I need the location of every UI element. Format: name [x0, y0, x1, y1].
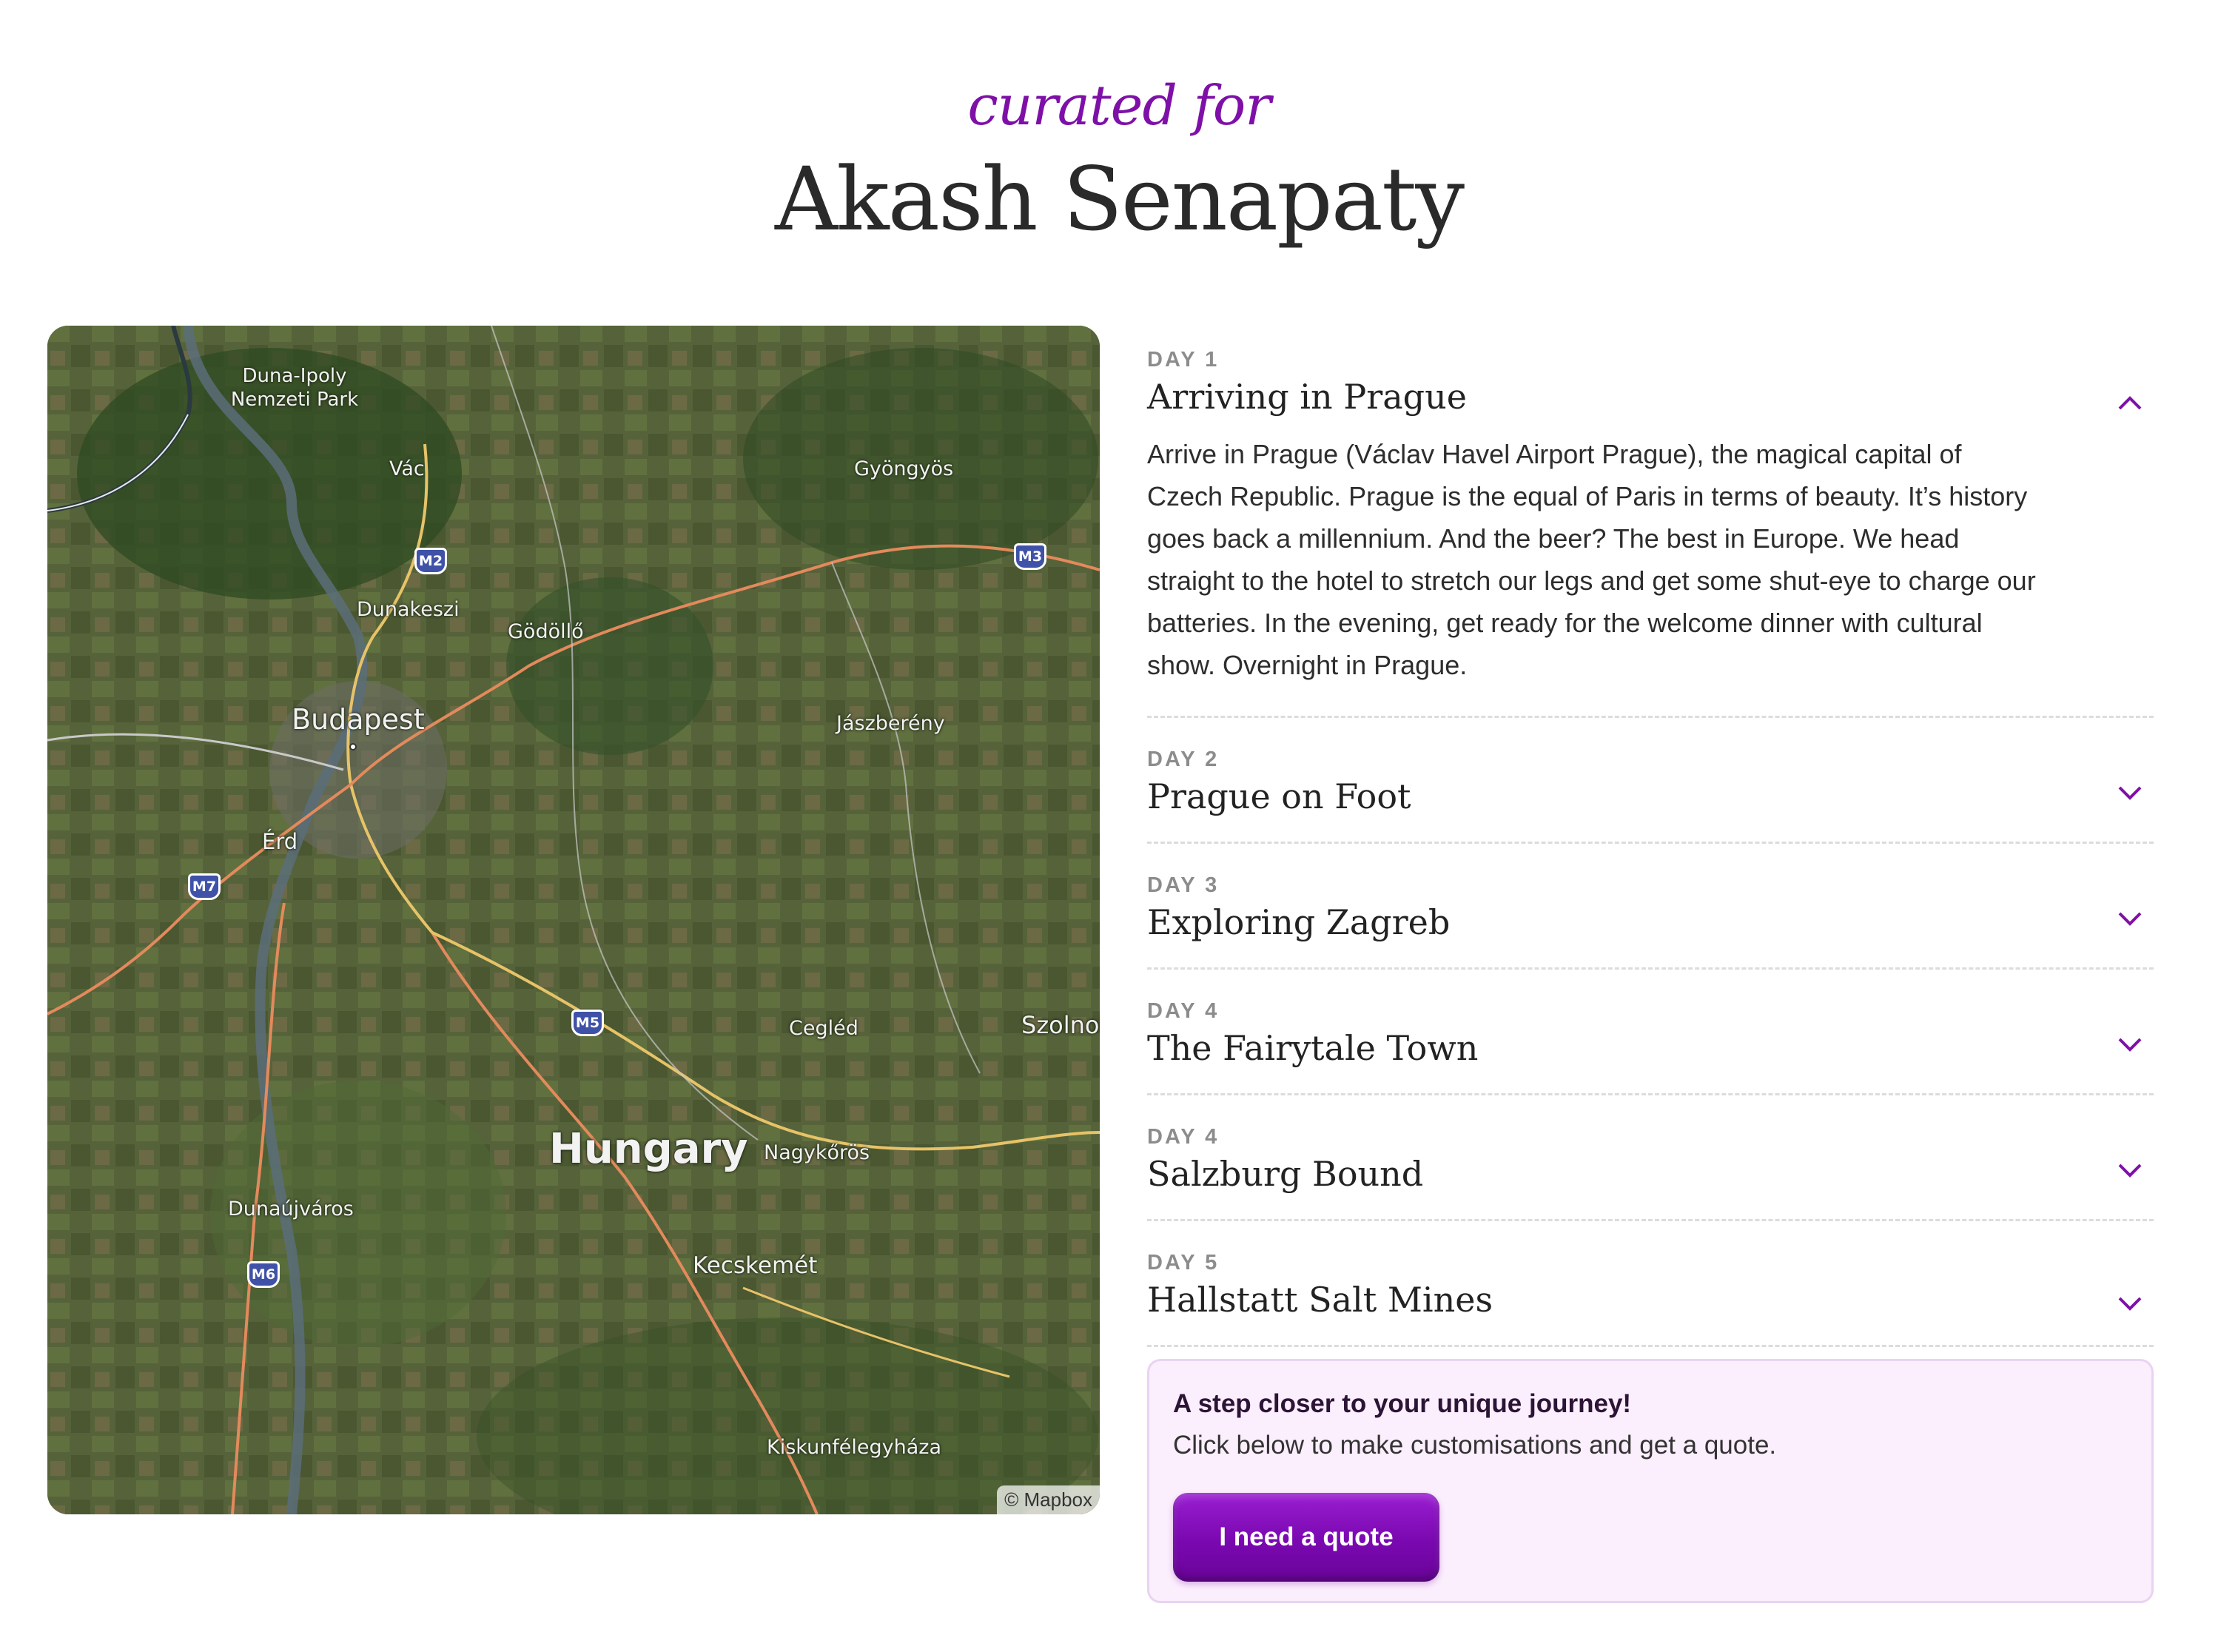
map-country-label: Hungary — [549, 1125, 748, 1173]
quote-button[interactable]: I need a quote — [1173, 1493, 1439, 1582]
itinerary-accordion: DAY 1 Arriving in Prague Arrive in Pragu… — [1147, 348, 2154, 1347]
map-place-label: Érd — [262, 829, 298, 854]
quote-cta-box: A step closer to your unique journey! Cl… — [1147, 1359, 2154, 1603]
chevron-down-icon[interactable] — [2115, 1033, 2145, 1055]
cta-text: Click below to make customisations and g… — [1173, 1431, 1777, 1460]
itinerary-day-1[interactable]: DAY 1 Arriving in Prague Arrive in Pragu… — [1147, 348, 2154, 718]
day-label: DAY 1 — [1147, 348, 1220, 372]
map-place-label: Vác — [389, 457, 425, 480]
map-place-label: Cegléd — [789, 1017, 858, 1040]
day-description: Arrive in Prague (Václav Havel Airport P… — [1147, 439, 2036, 680]
traveler-name: Akash Senapaty — [774, 148, 1465, 250]
cta-title: A step closer to your unique journey! — [1173, 1389, 1632, 1418]
map-place-label: Jászberény — [836, 712, 945, 735]
day-title[interactable]: Hallstatt Salt Mines — [1147, 1280, 2154, 1320]
map-place-label: Kecskemét — [693, 1252, 818, 1279]
itinerary-day-2[interactable]: DAY 2 Prague on Foot — [1147, 718, 2154, 844]
day-title[interactable]: Exploring Zagreb — [1147, 902, 2154, 942]
road-shield-m5: M5 — [571, 1010, 604, 1036]
road-shield-m7: M7 — [188, 873, 221, 900]
map-background — [47, 326, 1100, 1514]
map-city-label-budapest: Budapest — [292, 703, 425, 736]
chevron-up-icon[interactable] — [2115, 392, 2145, 414]
route-map[interactable]: Duna-Ipoly Nemzeti Park Vác Gyöngyös Dun… — [47, 326, 1100, 1514]
itinerary-day-4[interactable]: DAY 4 The Fairytale Town — [1147, 970, 2154, 1095]
day-label: DAY 5 — [1147, 1251, 1220, 1275]
chevron-down-icon[interactable] — [2115, 907, 2145, 930]
map-place-label: Nagykőrös — [764, 1141, 870, 1164]
itinerary-day-6[interactable]: DAY 5 Hallstatt Salt Mines — [1147, 1221, 2154, 1347]
day-label: DAY 4 — [1147, 999, 1220, 1023]
day-label: DAY 4 — [1147, 1125, 1220, 1149]
road-shield-m3: M3 — [1014, 543, 1046, 570]
chevron-down-icon[interactable] — [2115, 1292, 2145, 1314]
map-place-label: Szolnok — [1021, 1011, 1100, 1039]
chevron-down-icon[interactable] — [2115, 1159, 2145, 1181]
day-label: DAY 2 — [1147, 748, 1220, 771]
road-shield-m2: M2 — [414, 548, 447, 574]
map-place-label: Duna-Ipoly Nemzeti Park — [230, 365, 359, 411]
mapbox-attribution-link[interactable]: © Mapbox — [997, 1485, 1100, 1514]
day-title[interactable]: The Fairytale Town — [1147, 1028, 2154, 1068]
day-label: DAY 3 — [1147, 873, 1220, 897]
map-city-marker — [349, 743, 357, 751]
day-title[interactable]: Prague on Foot — [1147, 776, 2154, 816]
itinerary-day-3[interactable]: DAY 3 Exploring Zagreb — [1147, 844, 2154, 970]
day-title[interactable]: Arriving in Prague — [1147, 377, 2154, 417]
map-place-label: Dunaújváros — [228, 1198, 354, 1220]
chevron-down-icon[interactable] — [2115, 782, 2145, 804]
map-place-label: Kiskunfélegyháza — [767, 1436, 942, 1459]
road-shield-m6: M6 — [247, 1261, 280, 1288]
day-title[interactable]: Salzburg Bound — [1147, 1154, 2154, 1194]
map-place-label: Gödöllő — [508, 620, 584, 643]
itinerary-day-5[interactable]: DAY 4 Salzburg Bound — [1147, 1095, 2154, 1221]
curated-for-subtitle: curated for — [967, 74, 1271, 138]
map-place-label: Gyöngyös — [854, 457, 954, 480]
map-place-label: Dunakeszi — [357, 598, 460, 621]
